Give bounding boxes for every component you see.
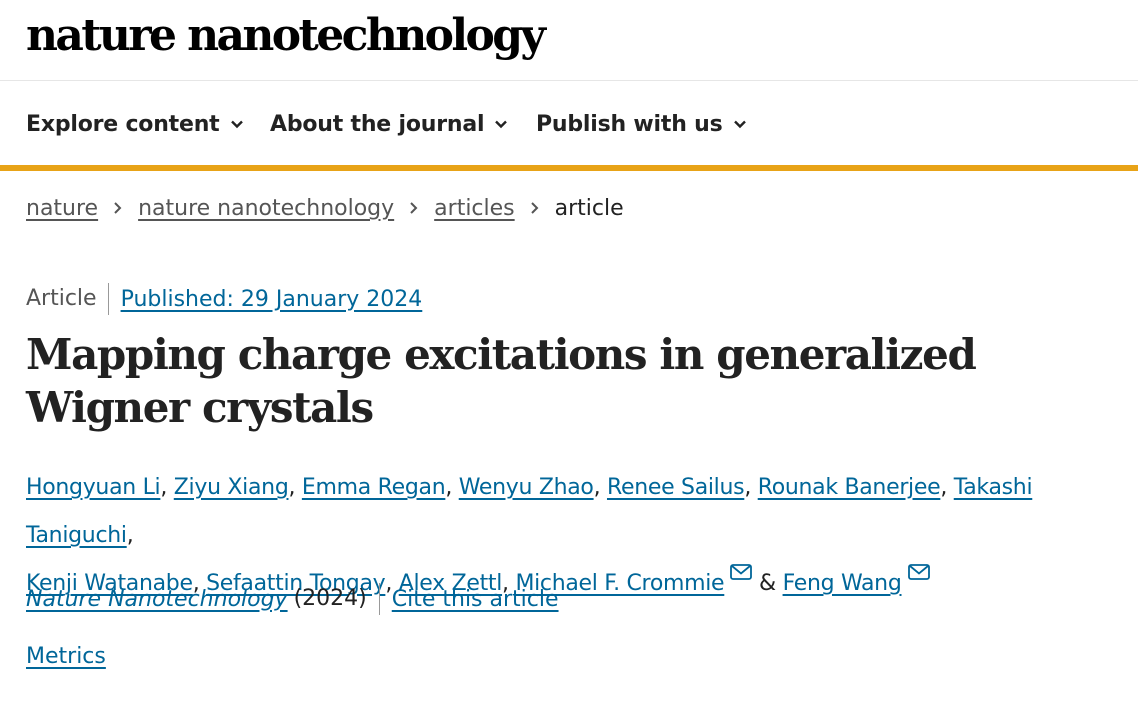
- breadcrumb-journal[interactable]: nature nanotechnology: [138, 196, 394, 221]
- chevron-down-icon: [230, 120, 243, 129]
- author-link[interactable]: Rounak Banerjee: [758, 475, 941, 500]
- published-date-link[interactable]: Published: 29 January 2024: [121, 287, 423, 312]
- breadcrumb-articles[interactable]: articles: [434, 196, 514, 221]
- breadcrumb-nature[interactable]: nature: [26, 196, 98, 221]
- chevron-right-icon: [515, 196, 555, 221]
- publication-year: (2024): [294, 583, 380, 615]
- author-link[interactable]: Emma Regan: [302, 475, 446, 500]
- main-nav: Explore content About the journal Publis…: [0, 81, 1138, 171]
- author-link[interactable]: Feng Wang: [783, 571, 902, 596]
- author-link[interactable]: Ziyu Xiang: [174, 475, 289, 500]
- chevron-right-icon: [394, 196, 434, 221]
- journal-logo[interactable]: nature nanotechnology: [26, 10, 546, 62]
- mail-icon[interactable]: [730, 564, 753, 580]
- nav-explore-content[interactable]: Explore content: [26, 103, 244, 145]
- breadcrumb: nature nature nanotechnology articles ar…: [26, 196, 624, 221]
- masthead: nature nanotechnology: [0, 0, 1138, 81]
- nav-item-label: Publish with us: [536, 111, 723, 137]
- nav-about-journal[interactable]: About the journal: [270, 103, 508, 145]
- nav-item-label: Explore content: [26, 111, 220, 137]
- chevron-down-icon: [733, 120, 746, 129]
- cite-article-link[interactable]: Cite this article: [392, 587, 559, 612]
- metrics-link[interactable]: Metrics: [26, 644, 106, 669]
- citation-line: Nature Nanotechnology (2024) Cite this a…: [26, 583, 559, 615]
- chevron-down-icon: [495, 120, 508, 129]
- author-ampersand: &: [759, 571, 776, 596]
- chevron-right-icon: [98, 196, 138, 221]
- author-link[interactable]: Hongyuan Li: [26, 475, 161, 500]
- nav-item-label: About the journal: [270, 111, 485, 137]
- breadcrumb-current: article: [554, 196, 624, 221]
- nav-publish-with-us[interactable]: Publish with us: [536, 103, 747, 145]
- article-title: Mapping charge excitations in generalize…: [26, 330, 977, 432]
- mail-icon[interactable]: [907, 564, 930, 580]
- author-link[interactable]: Wenyu Zhao: [459, 475, 594, 500]
- author-link[interactable]: Renee Sailus: [607, 475, 745, 500]
- article-type: Article: [26, 283, 109, 315]
- journal-name-link[interactable]: Nature Nanotechnology: [26, 587, 288, 612]
- article-meta: Article Published: 29 January 2024: [26, 283, 422, 315]
